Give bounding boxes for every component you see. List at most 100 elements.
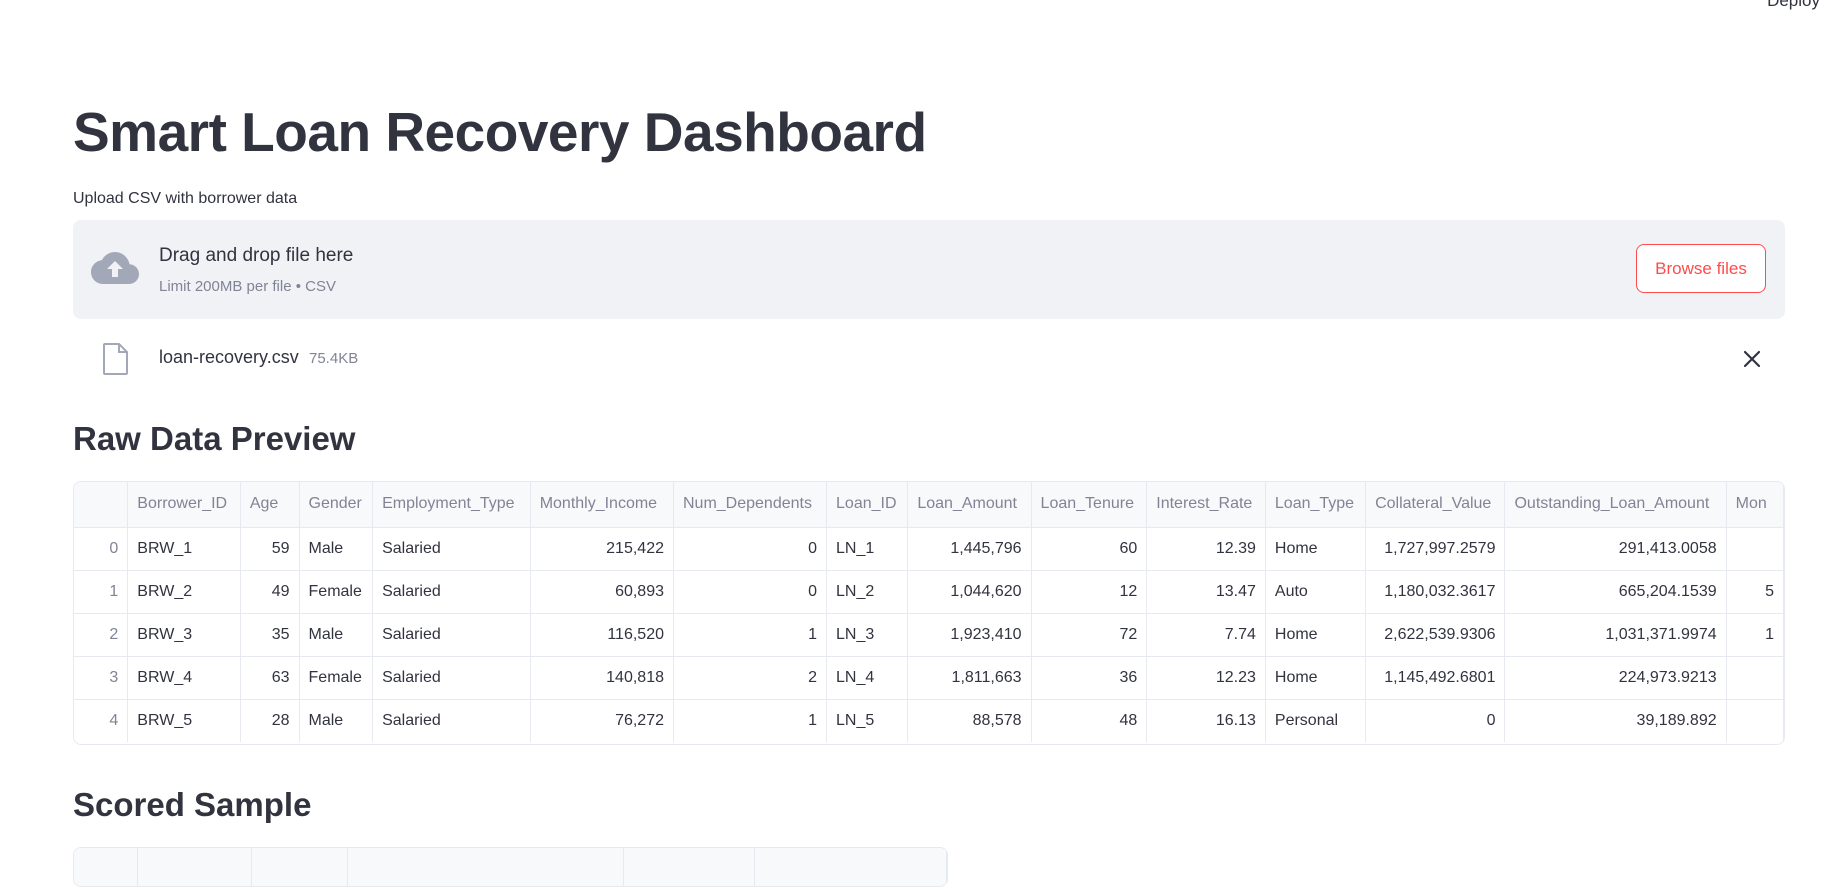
row-index-cell[interactable]: 0 [74, 527, 129, 571]
table-cell[interactable]: 1,145,492.6801 [1365, 656, 1506, 700]
table-cell[interactable]: 12 [1031, 570, 1148, 614]
table-cell[interactable]: 63 [240, 656, 300, 700]
table-cell[interactable]: 665,204.1539 [1504, 570, 1727, 614]
table-cell[interactable]: 0 [673, 527, 828, 571]
table-cell[interactable]: 60,893 [530, 570, 675, 614]
table-header-cell[interactable]: Interest_Rate [1146, 482, 1266, 528]
raw-data-heading: Raw Data Preview [73, 420, 356, 457]
table-cell[interactable]: 291,413.0058 [1504, 527, 1727, 571]
table-cell[interactable]: Salaried [372, 699, 531, 742]
table-cell[interactable]: Home [1265, 527, 1367, 571]
table-cell[interactable]: 7.74 [1146, 613, 1266, 657]
table-cell[interactable] [1726, 656, 1784, 700]
table-header-cell[interactable]: Borrower_ID [127, 482, 241, 528]
table-cell[interactable]: 12.23 [1146, 656, 1266, 700]
table-cell[interactable]: 1 [1726, 613, 1784, 657]
table-cell[interactable]: 76,272 [530, 699, 675, 742]
table-cell[interactable] [1726, 527, 1784, 571]
table-cell[interactable] [1726, 699, 1784, 742]
table-header-cell[interactable] [74, 482, 129, 528]
table-cell[interactable]: LN_3 [826, 613, 909, 657]
table-cell[interactable]: Salaried [372, 613, 531, 657]
table-cell[interactable]: BRW_5 [127, 699, 241, 742]
table-cell[interactable]: Salaried [372, 527, 531, 571]
table-cell[interactable]: LN_5 [826, 699, 909, 742]
table-cell[interactable]: Home [1265, 613, 1367, 657]
table-cell[interactable]: 0 [673, 570, 828, 614]
table-cell[interactable]: 12.39 [1146, 527, 1266, 571]
table-cell[interactable]: 1,811,663 [907, 656, 1032, 700]
table-cell[interactable]: 1,044,620 [907, 570, 1032, 614]
table-header-cell[interactable]: Outstanding_Loan_Amount [1504, 482, 1727, 528]
table-cell[interactable]: Home [1265, 656, 1367, 700]
scored-sample-table[interactable] [73, 847, 948, 887]
table-cell[interactable]: 88,578 [907, 699, 1032, 742]
table-cell[interactable]: 140,818 [530, 656, 675, 700]
deploy-button[interactable]: Deploy [1767, 0, 1820, 11]
table-header-cell[interactable]: Loan_Amount [907, 482, 1032, 528]
table-cell[interactable]: 224,973.9213 [1504, 656, 1727, 700]
row-index-cell[interactable]: 3 [74, 656, 129, 700]
table-cell[interactable]: 1,180,032.3617 [1365, 570, 1506, 614]
table-cell[interactable]: 72 [1031, 613, 1148, 657]
table-cell[interactable]: 1,923,410 [907, 613, 1032, 657]
table-header-cell[interactable]: Collateral_Value [1365, 482, 1506, 528]
table-header-cell[interactable]: Employment_Type [372, 482, 531, 528]
table-cell[interactable]: 13.47 [1146, 570, 1266, 614]
table-cell[interactable]: LN_4 [826, 656, 909, 700]
table-cell[interactable]: 1 [673, 613, 828, 657]
table-cell[interactable]: Salaried [372, 656, 531, 700]
table-cell[interactable]: 0 [1365, 699, 1506, 742]
table-cell[interactable]: 1,727,997.2579 [1365, 527, 1506, 571]
table-cell[interactable]: Salaried [372, 570, 531, 614]
table-cell[interactable]: 36 [1031, 656, 1148, 700]
table-cell[interactable]: Female [299, 656, 374, 700]
table-cell[interactable]: BRW_1 [127, 527, 241, 571]
table-cell[interactable]: BRW_4 [127, 656, 241, 700]
table-cell[interactable]: 16.13 [1146, 699, 1266, 742]
table-header-cell[interactable]: Loan_Tenure [1031, 482, 1148, 528]
row-index-cell[interactable]: 1 [74, 570, 129, 614]
table-cell[interactable]: Personal [1265, 699, 1367, 742]
table-header-cell[interactable]: Num_Dependents [673, 482, 828, 528]
table-cell[interactable]: 35 [240, 613, 300, 657]
table-cell[interactable]: 116,520 [530, 613, 675, 657]
file-dropzone[interactable]: Drag and drop file here Limit 200MB per … [73, 220, 1785, 319]
cloud-upload-icon [91, 252, 139, 284]
table-cell[interactable]: 1,445,796 [907, 527, 1032, 571]
table-cell[interactable]: Male [299, 699, 374, 742]
table-header-cell[interactable]: Gender [299, 482, 374, 528]
table-cell[interactable]: 49 [240, 570, 300, 614]
table-cell[interactable]: 48 [1031, 699, 1148, 742]
row-index-cell[interactable]: 4 [74, 699, 129, 742]
close-icon[interactable] [1741, 348, 1763, 370]
table-cell[interactable]: 60 [1031, 527, 1148, 571]
table-header-cell[interactable]: Loan_ID [826, 482, 909, 528]
table-cell[interactable]: 59 [240, 527, 300, 571]
table-cell[interactable]: 5 [1726, 570, 1784, 614]
table-cell[interactable]: 39,189.892 [1504, 699, 1727, 742]
table-cell[interactable]: 2 [673, 656, 828, 700]
table-cell[interactable]: LN_1 [826, 527, 909, 571]
table-header-cell[interactable]: Monthly_Income [530, 482, 675, 528]
table-cell[interactable]: 1 [673, 699, 828, 742]
raw-data-table[interactable]: Borrower_ID Age Gender Employment_Type Month… [73, 481, 1785, 745]
page-title: Smart Loan Recovery Dashboard [73, 101, 927, 163]
table-header-cell[interactable]: Mon [1726, 482, 1784, 528]
table-cell[interactable]: Male [299, 527, 374, 571]
table-cell[interactable]: 215,422 [530, 527, 675, 571]
table-cell[interactable]: 1,031,371.9974 [1504, 613, 1727, 657]
table-cell[interactable]: Auto [1265, 570, 1367, 614]
table-cell[interactable]: LN_2 [826, 570, 909, 614]
row-index-cell[interactable]: 2 [74, 613, 129, 657]
browse-files-button[interactable]: Browse files [1636, 244, 1766, 293]
table-header-cell[interactable]: Loan_Type [1265, 482, 1367, 528]
table-cell[interactable]: Female [299, 570, 374, 614]
table-cell[interactable]: BRW_2 [127, 570, 241, 614]
table-cell[interactable]: 2,622,539.9306 [1365, 613, 1506, 657]
table-cell[interactable]: BRW_3 [127, 613, 241, 657]
table-cell[interactable]: Male [299, 613, 374, 657]
table-cell[interactable]: 28 [240, 699, 300, 742]
table-header-cell[interactable]: Age [240, 482, 300, 528]
table-header-row: Borrower_ID Age Gender Employment_Type Month… [74, 482, 1784, 528]
